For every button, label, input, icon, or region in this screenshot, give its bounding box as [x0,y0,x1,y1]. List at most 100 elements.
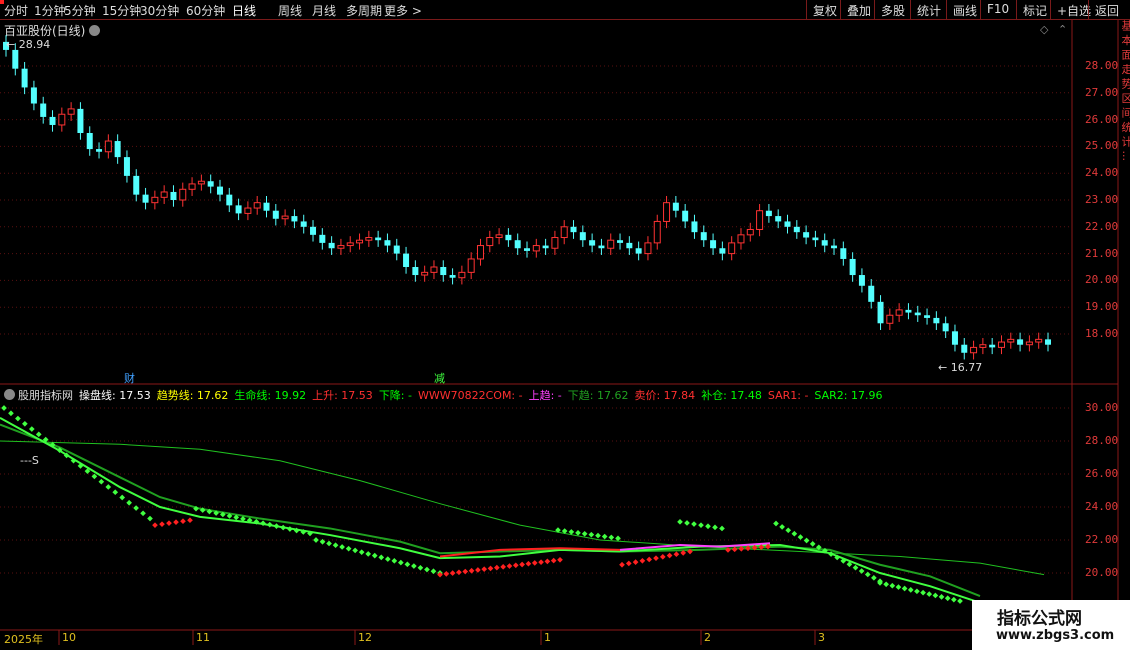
indicator-field: 上趋: - [528,389,562,402]
indicator-legend: 股朋指标网 操盘线: 17.53 趋势线: 17.62 生命线: 19.92 上升: 1… [4,387,894,403]
price-tick: 18.00 [1085,327,1119,340]
kline-chart[interactable]: ◇ ⌃ [0,0,1130,650]
sar-dot [313,537,319,543]
sar-dot [345,545,352,552]
candle-body [412,267,419,276]
sar-dot [719,525,725,532]
sar-dot [173,519,179,526]
candle-body [226,194,233,206]
candle-body [300,221,307,227]
candle-body [961,344,968,353]
sar-dot [608,534,615,541]
candle-body [579,232,586,241]
candle-body [114,141,121,158]
candle-body [532,245,540,252]
sar-dot [803,537,810,544]
candle-body [495,234,503,239]
candle-body [49,116,56,125]
sar-dot [684,520,690,526]
price-tick: 20.00 [1085,273,1119,287]
candle-body [346,242,354,247]
candle-body [133,175,140,195]
sar-dot [926,591,933,597]
sar-dot [119,494,126,501]
indicator-tick: 20.00 [1085,566,1119,579]
candle-body [1025,341,1033,346]
sar-dot [864,571,871,578]
price-tick: 28.00 [1085,59,1119,72]
candle-body [737,234,745,244]
sar-dot [677,519,683,525]
sar-dot [280,524,287,531]
candle-body [505,234,512,241]
sar-dot [907,587,914,593]
indicator-settings-icon[interactable] [4,389,15,400]
candle-body [989,344,996,348]
sar-dot [901,585,908,592]
sar-dot [550,557,557,564]
month-tick: 11 [196,631,210,644]
sar-dot [159,521,165,527]
indicator-field: 上升: 17.53 [312,389,373,402]
sar-dot [673,551,680,558]
indicator-field: WWW70822COM: - [417,389,523,402]
candle-body [746,228,754,236]
sar-dot [920,589,926,596]
candle-body [607,239,615,249]
sar-dot [639,557,646,564]
candlestick-series [3,35,1051,360]
sar-dot [140,510,146,517]
watermark: 指标公式网 www.zbgs3.com [972,600,1130,650]
sar-dot [339,544,345,550]
candle-body [756,210,764,230]
sar-dot [404,561,411,568]
sar-dot [487,565,494,572]
candle-body [467,258,475,273]
sar-dot [895,584,902,590]
indicator-field: 趋势线: 17.62 [156,389,229,402]
candle-body [905,309,912,313]
sar-dot [152,522,158,528]
candle-body [589,240,596,246]
reduce-marker[interactable]: 减 [434,370,445,386]
candle-body [803,232,810,238]
candle-body [197,180,205,185]
sar-dot [581,530,588,537]
sar-dot [449,570,456,576]
sar-dot [266,521,273,528]
sar-dot [352,547,358,554]
candle-body [328,242,335,249]
month-tick: 10 [62,631,76,644]
year-label: 2025年 [4,633,43,646]
sar-dot [126,499,132,506]
indicator-tick: 22.00 [1085,533,1119,546]
candle-body [765,210,772,217]
indicator-field: 下趋: 17.62 [567,389,629,402]
candle-body [142,194,149,203]
candle-body [821,240,828,246]
sar-dot [371,552,378,559]
side-panel-tabs[interactable]: 基 本 面 走 势 区 间 统 计 ... [1118,20,1130,630]
candle-body [216,186,223,195]
sar-dot [858,568,865,574]
sar-dot [773,520,779,527]
s-label: ---S [20,454,39,467]
sar-dot [365,551,372,557]
sar-dot [871,575,877,581]
sar-dot [779,524,785,530]
candle-body [476,245,484,260]
candle-body [1017,339,1024,345]
sar-dot [475,567,481,573]
finance-marker[interactable]: 财 [124,370,135,386]
sar-dot [531,560,538,566]
candle-body [77,108,84,133]
sar-dot [494,564,500,571]
candle-body [793,226,800,233]
candle-body [96,149,103,152]
sar-dot [384,556,391,562]
price-tick: 27.00 [1085,85,1119,99]
sar-dot [731,546,738,553]
candle-body [272,210,279,219]
sar-dot [273,523,280,529]
sar-dot [712,524,718,531]
